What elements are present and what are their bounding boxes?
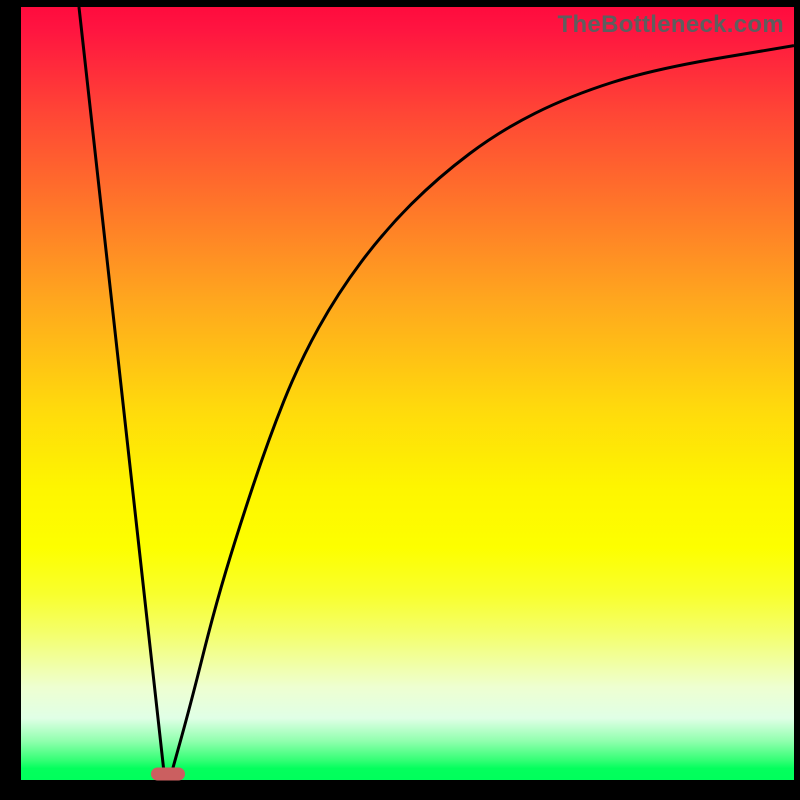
watermark-text: TheBottleneck.com <box>558 11 784 39</box>
chart-frame: TheBottleneck.com <box>0 0 800 800</box>
optimal-point-marker <box>151 767 185 780</box>
plot-area: TheBottleneck.com <box>21 7 794 780</box>
bottleneck-curve <box>21 7 794 780</box>
